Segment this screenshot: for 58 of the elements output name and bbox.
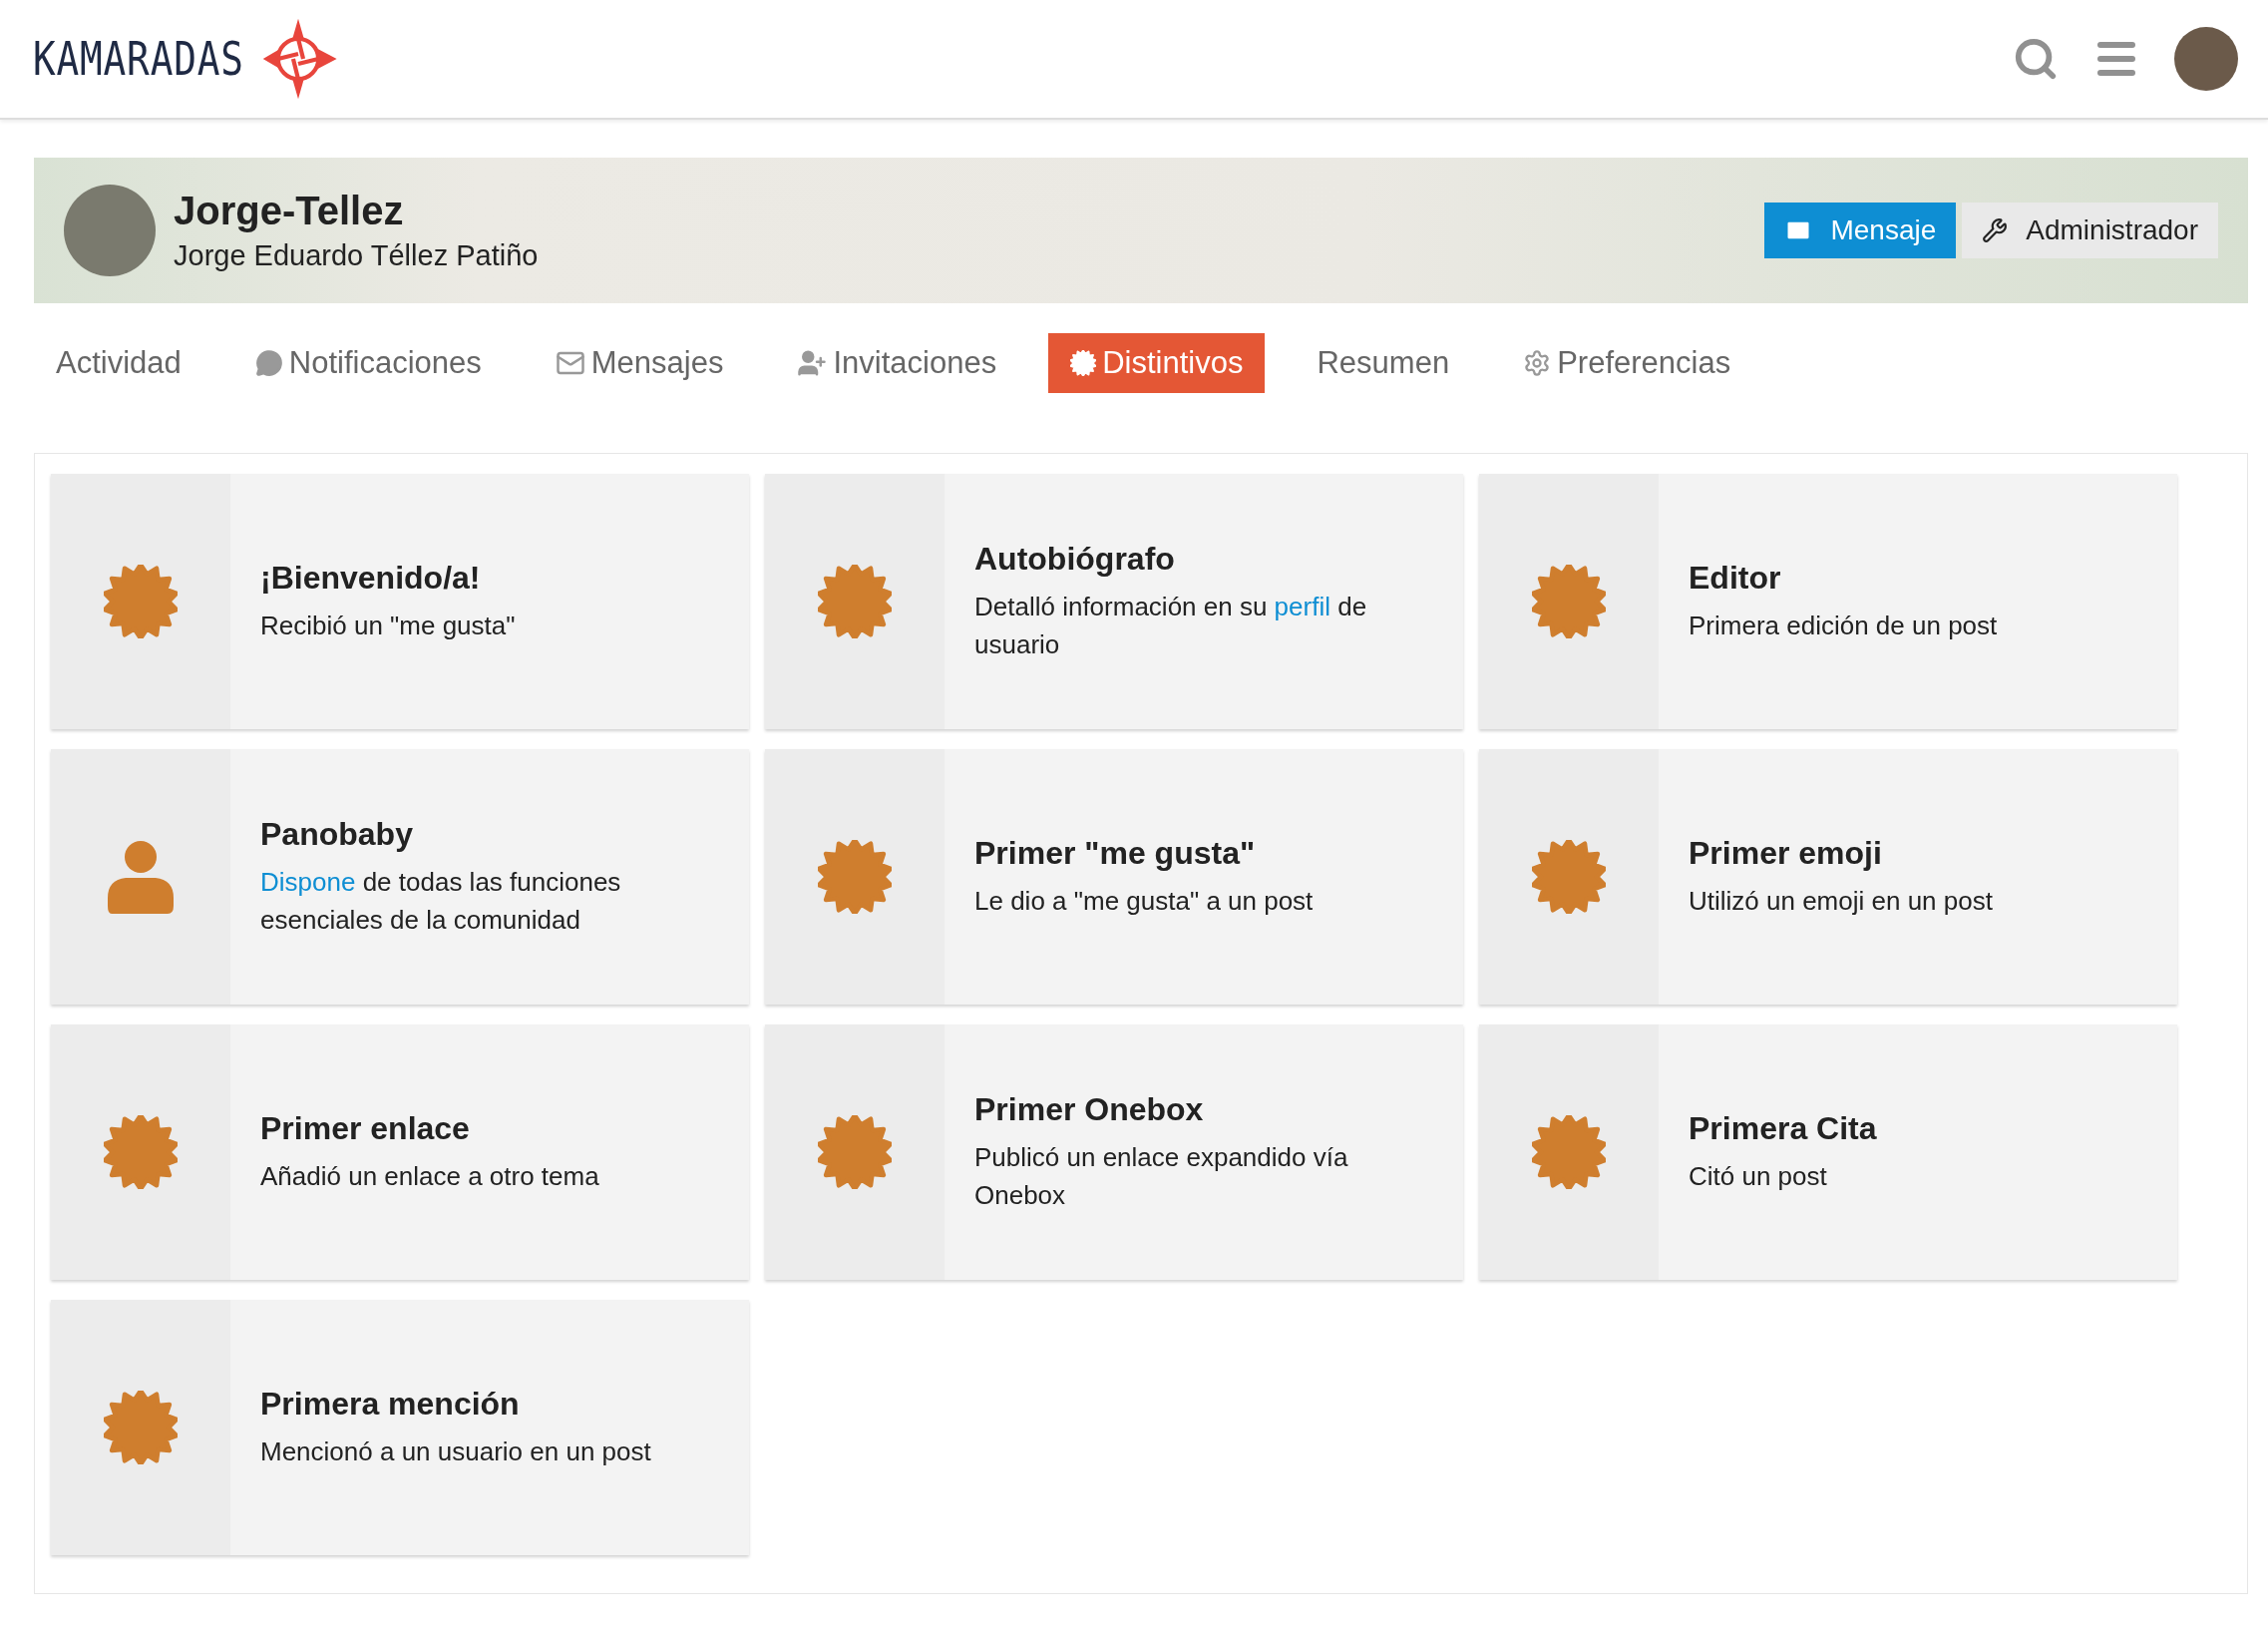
badge-description: Detalló información en su perfil de usuario: [974, 590, 1368, 661]
badge-title: Autobiógrafo: [974, 540, 1176, 578]
badge-icon: [104, 1115, 178, 1189]
badge-icon: [1532, 565, 1606, 638]
nav-tab[interactable]: Notificaciones: [232, 333, 504, 393]
logo-text[interactable]: KAMARADAS: [33, 32, 244, 86]
badge-description: Añadió un enlace a otro tema: [260, 1159, 600, 1193]
badge-description: Le dio a "me gusta" a un post: [974, 884, 1315, 918]
badge-icon: [104, 1391, 178, 1464]
badge-title: Panobaby: [260, 815, 414, 853]
wrench-icon: [1982, 217, 2009, 243]
badge-icon: [1070, 350, 1097, 376]
nav-tab[interactable]: Resumen: [1295, 333, 1472, 393]
person-icon: [108, 840, 174, 914]
nav-tab[interactable]: Mensajes: [533, 333, 746, 393]
badge-icon: [104, 565, 178, 638]
admin-button[interactable]: Administrador: [1962, 203, 2218, 258]
badge-card[interactable]: ¡Bienvenido/a! Recibió un "me gusta": [51, 474, 749, 729]
badge-title: ¡Bienvenido/a!: [260, 559, 482, 597]
settings-icon: [1523, 349, 1552, 377]
badge-description: Recibió un "me gusta": [260, 609, 517, 642]
speech-bubble-icon: [254, 349, 283, 377]
badge-title: Editor: [1689, 559, 1782, 597]
badge-card[interactable]: Primer emoji Utilizó un emoji en un post: [1479, 749, 2177, 1005]
badge-description: Publicó un enlace expandido vía Onebox: [974, 1140, 1349, 1212]
badge-icon: [818, 565, 892, 638]
badge-description: Primera edición de un post: [1689, 609, 1999, 642]
badge-icon: [818, 1115, 892, 1189]
badge-icon: [818, 840, 892, 914]
badge-card[interactable]: Primer Onebox Publicó un enlace expandido vía Onebox: [765, 1024, 1463, 1280]
username: Jorge-Tellez: [174, 189, 405, 233]
user-plus-icon: [797, 348, 828, 378]
nav-tab[interactable]: Actividad: [34, 333, 203, 393]
message-button[interactable]: Mensaje: [1764, 203, 1957, 258]
badge-card[interactable]: Panobaby Dispone de todas las funciones esenciales de la comunidad: [51, 749, 749, 1005]
badge-description: Dispone de todas las funciones esenciales de la comunidad: [260, 865, 622, 937]
full-name: Jorge Eduardo Téllez Patiño: [174, 239, 539, 272]
search-button[interactable]: [2013, 36, 2059, 82]
badge-card[interactable]: Primera mención Mencionó a un usuario en un post: [51, 1300, 749, 1555]
badge-card[interactable]: Primer enlace Añadió un enlace a otro tema: [51, 1024, 749, 1280]
badge-icon: [1532, 1115, 1606, 1189]
badge-description: Citó un post: [1689, 1159, 1828, 1193]
badge-card[interactable]: Autobiógrafo Detalló información en su perfil de usuario: [765, 474, 1463, 729]
nav-tab[interactable]: Preferencias: [1501, 333, 1753, 393]
badge-title: Primer Onebox: [974, 1090, 1205, 1128]
badge-description: Mencionó a un usuario en un post: [260, 1434, 652, 1468]
badge-title: Primera mención: [260, 1385, 521, 1423]
badge-title: Primera Cita: [1689, 1109, 1878, 1147]
nav-tab[interactable]: Invitaciones: [775, 333, 1019, 393]
badge-card[interactable]: Primer "me gusta" Le dio a "me gusta" a un post: [765, 749, 1463, 1005]
badge-title: Primer emoji: [1689, 834, 1883, 872]
badge-title: Primer "me gusta": [974, 834, 1257, 872]
badge-card[interactable]: Primera Cita Citó un post: [1479, 1024, 2177, 1280]
badge-card[interactable]: Editor Primera edición de un post: [1479, 474, 2177, 729]
nav-tab[interactable]: Distintivos: [1048, 333, 1266, 393]
badge-icon: [1532, 840, 1606, 914]
badge-title: Primer enlace: [260, 1109, 471, 1147]
badge-description: Utilizó un emoji en un post: [1689, 884, 1994, 918]
